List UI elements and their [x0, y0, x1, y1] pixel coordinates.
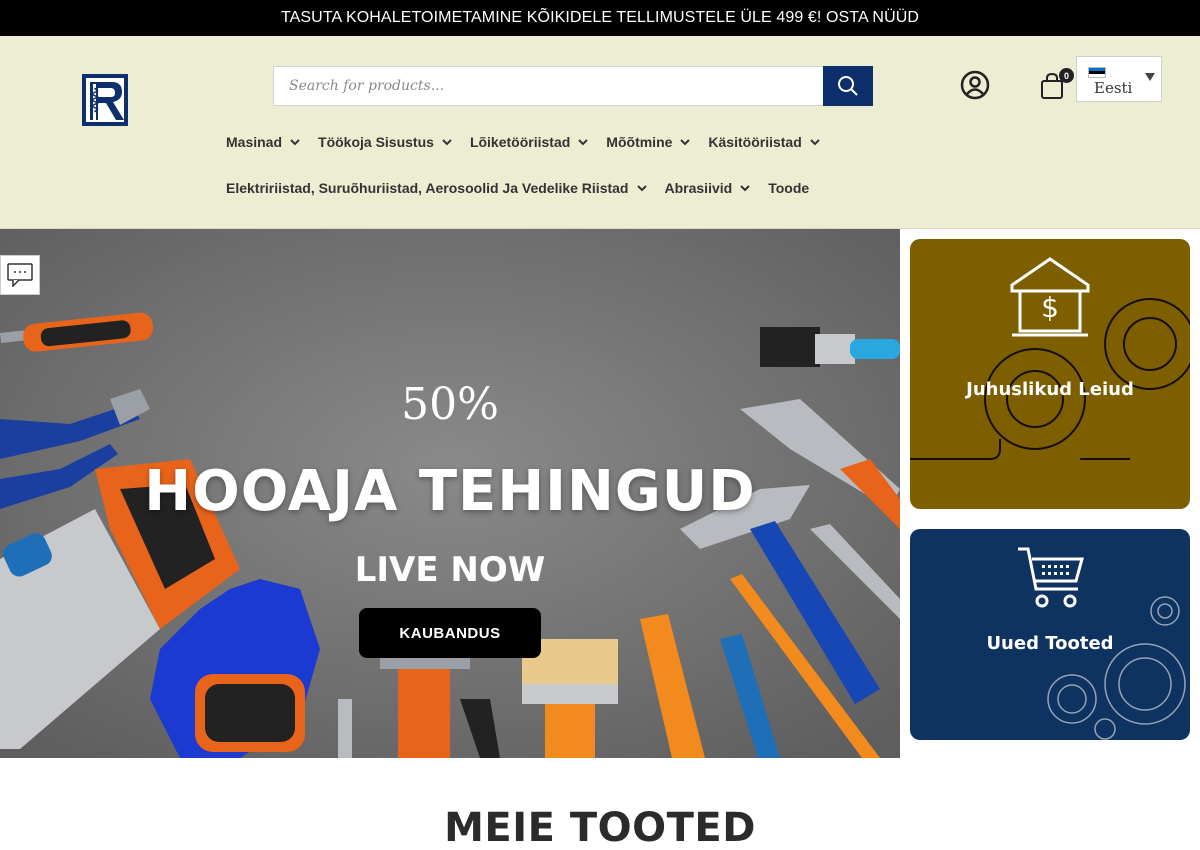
hero-subtitle: LIVE NOW [354, 550, 546, 590]
section-title-our-products: MEIE TOOTED [444, 805, 756, 850]
nav-label: Toode [768, 180, 810, 196]
nav-item-mootmine[interactable]: Mõõtmine [606, 130, 691, 154]
nav-item-masinad[interactable]: Masinad [226, 130, 300, 154]
shopping-cart-icon [1018, 547, 1084, 608]
chevron-down-icon [680, 139, 691, 146]
nav-label: Masinad [226, 134, 283, 150]
chevron-down-icon [636, 185, 647, 192]
hero-banner: 50% HOOAJA TEHINGUD LIVE NOW KAUBANDUS [0, 229, 900, 758]
nav-label: Lõiketööriistad [469, 134, 571, 150]
chevron-down-icon [810, 139, 820, 146]
account-button[interactable] [960, 70, 990, 100]
chevron-down-icon [442, 139, 452, 146]
nav-item-loiketooriistad[interactable]: Lõiketööriistad [469, 130, 589, 154]
nav-item-toode[interactable]: Toode [768, 176, 809, 200]
search-icon [838, 76, 858, 96]
cart-button[interactable]: 0 [1040, 68, 1074, 100]
nav-item-elektririistad[interactable]: Elektririistad, Suruõhuriistad, Aerosool… [226, 176, 647, 200]
chevron-down-icon [740, 185, 750, 192]
nav-item-kasitooriistad[interactable]: Käsitööriistad [708, 130, 820, 154]
card-label: Juhuslikud Leiud [966, 379, 1134, 400]
main-nav-row-1: Masinad Töökoja Sisustus Lõiketööriistad… [226, 130, 838, 154]
nav-label: Töökoja Sisustus [318, 134, 434, 150]
cart-count-badge: 0 [1059, 68, 1074, 83]
site-logo[interactable] [82, 74, 128, 126]
chevron-down-icon [578, 139, 589, 146]
hero-discount: 50% [401, 379, 499, 430]
user-icon [960, 70, 990, 100]
nav-item-tookoja-sisustus[interactable]: Töökoja Sisustus [318, 130, 452, 154]
promo-card-random-finds[interactable]: $ Juhuslikud Leiud [910, 239, 1190, 509]
language-label: Eesti [1094, 79, 1133, 97]
shop-button[interactable]: KAUBANDUS [359, 608, 541, 658]
nav-item-abrasiivid[interactable]: Abrasiivid [665, 176, 751, 200]
nav-label: Käsitööriistad [708, 134, 802, 150]
chevron-down-icon [290, 139, 300, 146]
caret-down-icon [1145, 73, 1155, 81]
language-selector[interactable]: Eesti [1076, 56, 1162, 102]
search-input[interactable] [273, 66, 823, 106]
promo-card-new-products[interactable]: Uued Tooted [910, 529, 1190, 740]
nav-label: Elektririistad, Suruõhuriistad, Aerosool… [226, 180, 629, 196]
svg-text:$: $ [1041, 291, 1059, 324]
nav-label: Mõõtmine [606, 134, 673, 150]
nav-label: Abrasiivid [664, 180, 733, 196]
announcement-text[interactable]: TASUTA KOHALETOIMETAMINE KÕIKIDELE TELLI… [281, 9, 919, 27]
hero-content: 50% HOOAJA TEHINGUD LIVE NOW KAUBANDUS [0, 229, 900, 758]
search-bar [273, 66, 873, 106]
house-dollar-icon: $ [1010, 257, 1090, 337]
estonia-flag-icon [1088, 67, 1106, 78]
main-nav-row-2: Elektririistad, Suruõhuriistad, Aerosool… [226, 176, 827, 200]
site-header: 0 Eesti Masinad Töökoja Sisustus Lõiketö… [0, 36, 1200, 229]
announcement-bar[interactable]: TASUTA KOHALETOIMETAMINE KÕIKIDELE TELLI… [0, 0, 1200, 36]
hero-title: HOOAJA TEHINGUD [144, 459, 756, 524]
card-label: Uued Tooted [986, 633, 1114, 654]
search-button[interactable] [823, 66, 873, 106]
